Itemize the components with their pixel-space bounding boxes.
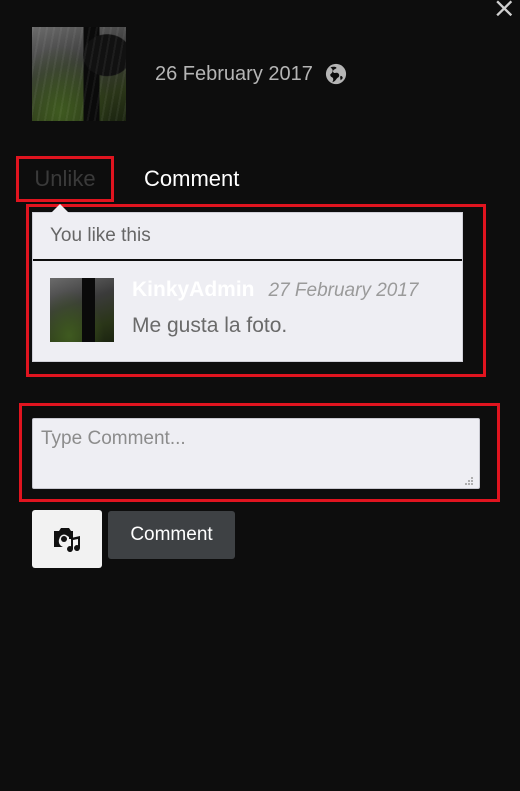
camera-music-icon (54, 528, 81, 553)
comment-author[interactable]: KinkyAdmin (132, 278, 255, 302)
comment-link[interactable]: Comment (144, 166, 239, 192)
comment-input[interactable] (32, 418, 480, 489)
popover-caret (51, 204, 69, 213)
post-date: 26 February 2017 (155, 62, 313, 85)
comment-meta: KinkyAdmin 27 February 2017 (132, 278, 419, 302)
comment-text: Me gusta la foto. (132, 314, 288, 337)
unlike-button[interactable]: Unlike (16, 156, 114, 202)
avatar[interactable] (50, 278, 114, 342)
comment-item: KinkyAdmin 27 February 2017 Me gusta la … (33, 261, 462, 342)
globe-icon (325, 63, 347, 85)
submit-comment-button[interactable]: Comment (108, 511, 235, 559)
comment-body: KinkyAdmin 27 February 2017 Me gusta la … (132, 278, 419, 342)
comment-date: 27 February 2017 (268, 280, 419, 301)
post-thumbnail[interactable] (32, 27, 126, 121)
post-actions: Unlike Comment (16, 156, 239, 202)
close-icon[interactable]: × (493, 0, 516, 22)
likes-comments-panel: You like this KinkyAdmin 27 February 201… (32, 212, 463, 362)
post-header: 26 February 2017 (32, 27, 347, 121)
resize-grip-icon[interactable] (462, 476, 474, 486)
likes-summary: You like this (33, 213, 462, 261)
media-upload-button[interactable] (32, 510, 102, 568)
